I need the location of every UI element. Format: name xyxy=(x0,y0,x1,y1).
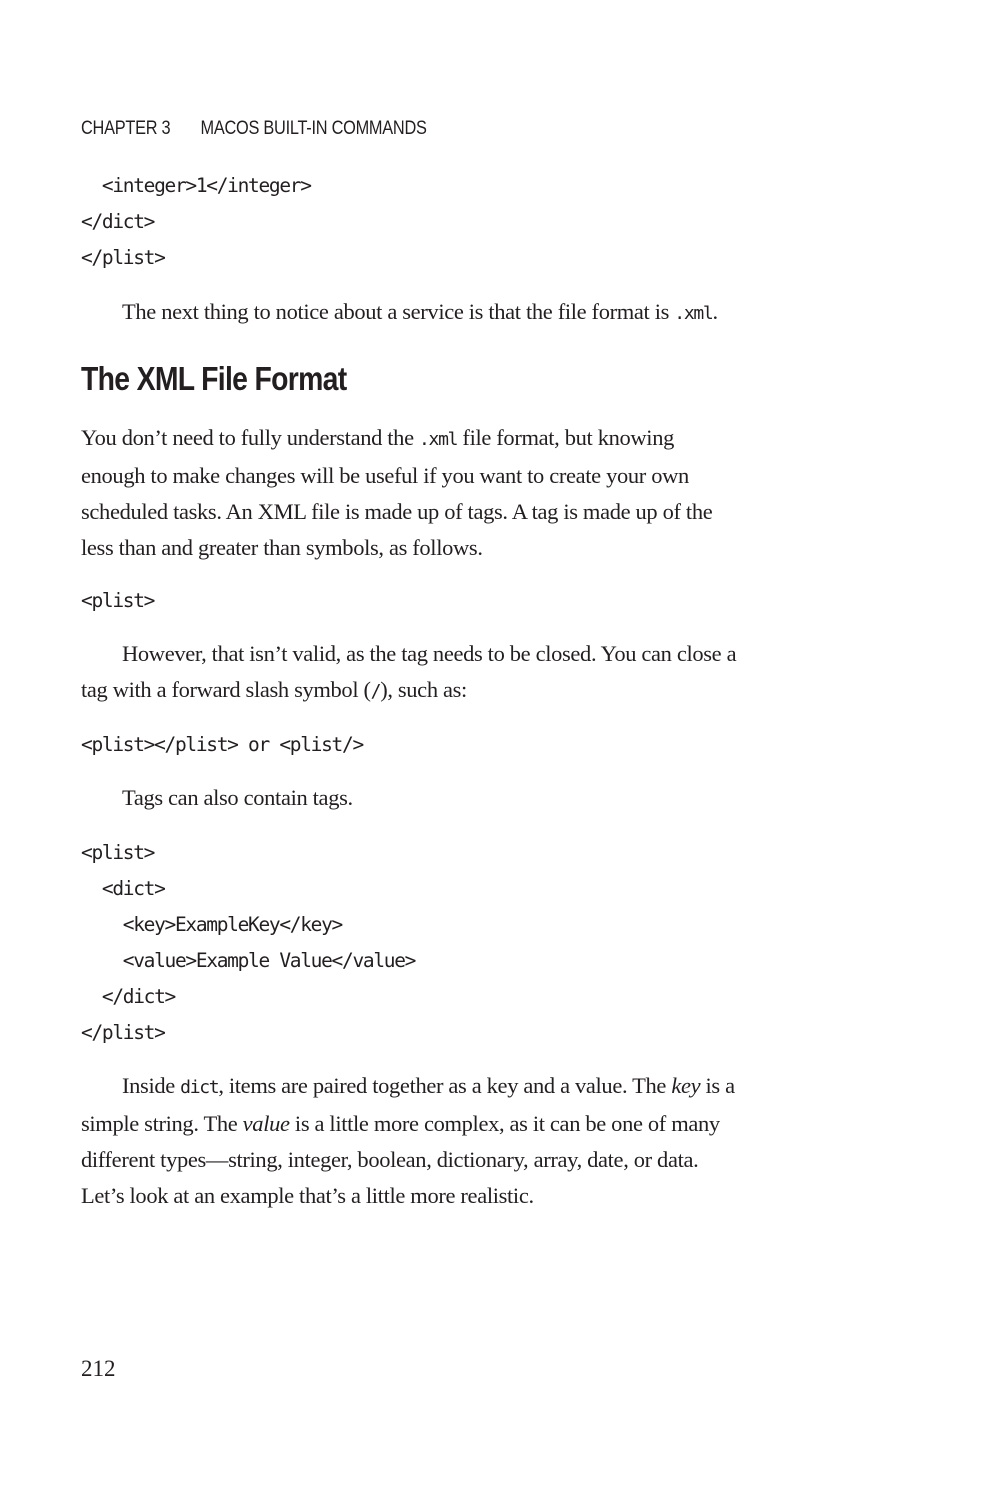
text: You don’t need to fully understand the xyxy=(81,425,419,450)
paragraph-nested-tags: Tags can also contain tags. xyxy=(81,780,871,816)
paragraph-dict-explanation: Inside dict, items are paired together a… xyxy=(81,1068,871,1214)
chapter-title: MACOS BUILT-IN COMMANDS xyxy=(200,118,427,139)
paragraph-file-format: The next thing to notice about a service… xyxy=(81,294,871,332)
code-line: </plist> xyxy=(81,1021,166,1044)
running-head: CHAPTER 3 MACOS BUILT-IN COMMANDS xyxy=(81,118,427,140)
paragraph-xml-intro: You don’t need to fully understand the .… xyxy=(81,420,871,566)
text: Tags can also contain tags. xyxy=(122,785,353,810)
code-line: <plist></plist> or <plist/> xyxy=(81,733,364,756)
text: The next thing to notice about a service… xyxy=(122,299,675,324)
chapter-label: CHAPTER 3 xyxy=(81,118,171,139)
code-line: </dict> xyxy=(81,210,155,233)
inline-code: .xml xyxy=(419,429,458,450)
text: different types—string, integer, boolean… xyxy=(81,1147,699,1172)
text: Let’s look at an example that’s a little… xyxy=(81,1183,534,1208)
text: . xyxy=(712,299,718,324)
code-line: </plist> xyxy=(81,246,166,269)
inline-code: .xml xyxy=(674,303,713,324)
code-line: <plist> xyxy=(81,589,155,612)
section-heading: The XML File Format xyxy=(81,360,347,397)
text: enough to make changes will be useful if… xyxy=(81,463,689,488)
code-line: <plist> xyxy=(81,841,155,864)
inline-code: dict xyxy=(180,1077,219,1098)
code-line: <value>Example Value</value> xyxy=(81,949,417,972)
emphasis: key xyxy=(671,1073,701,1098)
paragraph-closing-tags: However, that isn’t valid, as the tag ne… xyxy=(81,636,871,710)
code-line: <key>ExampleKey</key> xyxy=(81,913,344,936)
text: Inside xyxy=(122,1073,181,1098)
text: scheduled tasks. An XML file is made up … xyxy=(81,499,713,524)
text: , items are paired together as a key and… xyxy=(218,1073,672,1098)
inline-code: / xyxy=(370,681,382,702)
text: file format, but knowing xyxy=(457,425,674,450)
text: less than and greater than symbols, as f… xyxy=(81,535,483,560)
text: simple string. The xyxy=(81,1111,243,1136)
code-line: <integer>1</integer> xyxy=(81,174,312,197)
text: tag with a forward slash symbol ( xyxy=(81,677,371,702)
text: ), such as: xyxy=(380,677,467,702)
emphasis: value xyxy=(242,1111,290,1136)
page-number: 212 xyxy=(81,1356,116,1381)
text: However, that isn’t valid, as the tag ne… xyxy=(122,641,737,666)
code-line: </dict> xyxy=(81,985,176,1008)
code-line: <dict> xyxy=(81,877,166,900)
text: is a little more complex, as it can be o… xyxy=(289,1111,720,1136)
text: is a xyxy=(700,1073,736,1098)
